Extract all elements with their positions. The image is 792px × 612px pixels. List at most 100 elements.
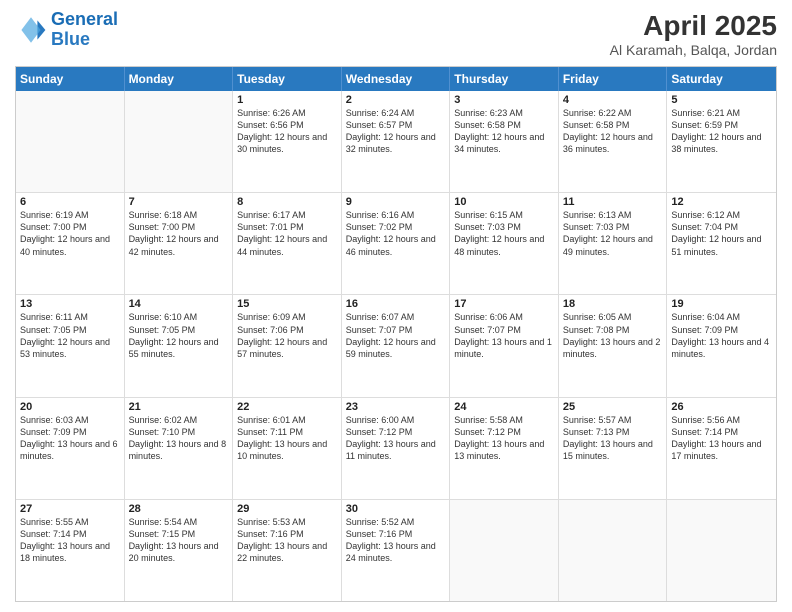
calendar-header: SundayMondayTuesdayWednesdayThursdayFrid… bbox=[16, 67, 776, 91]
empty-cell bbox=[667, 500, 776, 601]
day-number: 21 bbox=[129, 401, 229, 413]
day-number: 22 bbox=[237, 401, 337, 413]
day-info: Sunrise: 6:10 AMSunset: 7:05 PMDaylight:… bbox=[129, 311, 229, 360]
day-info: Sunrise: 6:24 AMSunset: 6:57 PMDaylight:… bbox=[346, 107, 446, 156]
day-number: 23 bbox=[346, 401, 446, 413]
day-number: 17 bbox=[454, 298, 554, 310]
day-info: Sunrise: 6:06 AMSunset: 7:07 PMDaylight:… bbox=[454, 311, 554, 360]
day-cell-11: 11Sunrise: 6:13 AMSunset: 7:03 PMDayligh… bbox=[559, 193, 668, 294]
empty-cell bbox=[450, 500, 559, 601]
weekday-header-saturday: Saturday bbox=[667, 67, 776, 91]
calendar-row-4: 27Sunrise: 5:55 AMSunset: 7:14 PMDayligh… bbox=[16, 499, 776, 601]
day-number: 16 bbox=[346, 298, 446, 310]
day-cell-3: 3Sunrise: 6:23 AMSunset: 6:58 PMDaylight… bbox=[450, 91, 559, 192]
day-number: 20 bbox=[20, 401, 120, 413]
calendar-body: 1Sunrise: 6:26 AMSunset: 6:56 PMDaylight… bbox=[16, 91, 776, 601]
calendar-row-1: 6Sunrise: 6:19 AMSunset: 7:00 PMDaylight… bbox=[16, 192, 776, 294]
calendar-row-0: 1Sunrise: 6:26 AMSunset: 6:56 PMDaylight… bbox=[16, 91, 776, 192]
day-info: Sunrise: 5:52 AMSunset: 7:16 PMDaylight:… bbox=[346, 516, 446, 565]
day-number: 7 bbox=[129, 196, 229, 208]
day-cell-18: 18Sunrise: 6:05 AMSunset: 7:08 PMDayligh… bbox=[559, 295, 668, 396]
month-title: April 2025 bbox=[610, 10, 777, 42]
location-subtitle: Al Karamah, Balqa, Jordan bbox=[610, 42, 777, 58]
day-info: Sunrise: 5:55 AMSunset: 7:14 PMDaylight:… bbox=[20, 516, 120, 565]
empty-cell bbox=[16, 91, 125, 192]
logo-blue: Blue bbox=[51, 30, 118, 50]
day-number: 8 bbox=[237, 196, 337, 208]
day-cell-23: 23Sunrise: 6:00 AMSunset: 7:12 PMDayligh… bbox=[342, 398, 451, 499]
day-cell-5: 5Sunrise: 6:21 AMSunset: 6:59 PMDaylight… bbox=[667, 91, 776, 192]
calendar: SundayMondayTuesdayWednesdayThursdayFrid… bbox=[15, 66, 777, 602]
weekday-header-wednesday: Wednesday bbox=[342, 67, 451, 91]
day-cell-16: 16Sunrise: 6:07 AMSunset: 7:07 PMDayligh… bbox=[342, 295, 451, 396]
day-number: 18 bbox=[563, 298, 663, 310]
day-info: Sunrise: 6:05 AMSunset: 7:08 PMDaylight:… bbox=[563, 311, 663, 360]
weekday-header-sunday: Sunday bbox=[16, 67, 125, 91]
logo-general: General bbox=[51, 9, 118, 29]
day-info: Sunrise: 6:02 AMSunset: 7:10 PMDaylight:… bbox=[129, 414, 229, 463]
day-info: Sunrise: 5:58 AMSunset: 7:12 PMDaylight:… bbox=[454, 414, 554, 463]
day-number: 28 bbox=[129, 503, 229, 515]
day-number: 29 bbox=[237, 503, 337, 515]
day-cell-19: 19Sunrise: 6:04 AMSunset: 7:09 PMDayligh… bbox=[667, 295, 776, 396]
day-number: 19 bbox=[671, 298, 772, 310]
day-info: Sunrise: 5:53 AMSunset: 7:16 PMDaylight:… bbox=[237, 516, 337, 565]
day-cell-12: 12Sunrise: 6:12 AMSunset: 7:04 PMDayligh… bbox=[667, 193, 776, 294]
day-info: Sunrise: 6:00 AMSunset: 7:12 PMDaylight:… bbox=[346, 414, 446, 463]
day-number: 27 bbox=[20, 503, 120, 515]
day-number: 15 bbox=[237, 298, 337, 310]
day-cell-15: 15Sunrise: 6:09 AMSunset: 7:06 PMDayligh… bbox=[233, 295, 342, 396]
weekday-header-thursday: Thursday bbox=[450, 67, 559, 91]
day-number: 25 bbox=[563, 401, 663, 413]
day-info: Sunrise: 6:26 AMSunset: 6:56 PMDaylight:… bbox=[237, 107, 337, 156]
day-info: Sunrise: 6:04 AMSunset: 7:09 PMDaylight:… bbox=[671, 311, 772, 360]
header: General Blue April 2025 Al Karamah, Balq… bbox=[15, 10, 777, 58]
day-cell-4: 4Sunrise: 6:22 AMSunset: 6:58 PMDaylight… bbox=[559, 91, 668, 192]
day-cell-2: 2Sunrise: 6:24 AMSunset: 6:57 PMDaylight… bbox=[342, 91, 451, 192]
day-number: 30 bbox=[346, 503, 446, 515]
day-info: Sunrise: 6:23 AMSunset: 6:58 PMDaylight:… bbox=[454, 107, 554, 156]
day-number: 3 bbox=[454, 94, 554, 106]
day-number: 6 bbox=[20, 196, 120, 208]
day-info: Sunrise: 6:12 AMSunset: 7:04 PMDaylight:… bbox=[671, 209, 772, 258]
weekday-header-tuesday: Tuesday bbox=[233, 67, 342, 91]
day-info: Sunrise: 6:07 AMSunset: 7:07 PMDaylight:… bbox=[346, 311, 446, 360]
day-number: 11 bbox=[563, 196, 663, 208]
day-number: 2 bbox=[346, 94, 446, 106]
day-info: Sunrise: 5:54 AMSunset: 7:15 PMDaylight:… bbox=[129, 516, 229, 565]
day-info: Sunrise: 6:16 AMSunset: 7:02 PMDaylight:… bbox=[346, 209, 446, 258]
day-cell-21: 21Sunrise: 6:02 AMSunset: 7:10 PMDayligh… bbox=[125, 398, 234, 499]
day-cell-13: 13Sunrise: 6:11 AMSunset: 7:05 PMDayligh… bbox=[16, 295, 125, 396]
day-number: 9 bbox=[346, 196, 446, 208]
empty-cell bbox=[125, 91, 234, 192]
day-number: 10 bbox=[454, 196, 554, 208]
day-cell-6: 6Sunrise: 6:19 AMSunset: 7:00 PMDaylight… bbox=[16, 193, 125, 294]
day-cell-8: 8Sunrise: 6:17 AMSunset: 7:01 PMDaylight… bbox=[233, 193, 342, 294]
day-info: Sunrise: 6:19 AMSunset: 7:00 PMDaylight:… bbox=[20, 209, 120, 258]
day-cell-30: 30Sunrise: 5:52 AMSunset: 7:16 PMDayligh… bbox=[342, 500, 451, 601]
day-info: Sunrise: 6:01 AMSunset: 7:11 PMDaylight:… bbox=[237, 414, 337, 463]
day-info: Sunrise: 6:15 AMSunset: 7:03 PMDaylight:… bbox=[454, 209, 554, 258]
weekday-header-friday: Friday bbox=[559, 67, 668, 91]
logo: General Blue bbox=[15, 10, 118, 50]
day-cell-14: 14Sunrise: 6:10 AMSunset: 7:05 PMDayligh… bbox=[125, 295, 234, 396]
day-number: 5 bbox=[671, 94, 772, 106]
page-container: General Blue April 2025 Al Karamah, Balq… bbox=[0, 0, 792, 612]
day-cell-26: 26Sunrise: 5:56 AMSunset: 7:14 PMDayligh… bbox=[667, 398, 776, 499]
day-info: Sunrise: 6:17 AMSunset: 7:01 PMDaylight:… bbox=[237, 209, 337, 258]
day-info: Sunrise: 6:18 AMSunset: 7:00 PMDaylight:… bbox=[129, 209, 229, 258]
day-info: Sunrise: 6:11 AMSunset: 7:05 PMDaylight:… bbox=[20, 311, 120, 360]
day-number: 13 bbox=[20, 298, 120, 310]
day-cell-9: 9Sunrise: 6:16 AMSunset: 7:02 PMDaylight… bbox=[342, 193, 451, 294]
logo-icon bbox=[15, 14, 47, 46]
day-number: 14 bbox=[129, 298, 229, 310]
day-cell-10: 10Sunrise: 6:15 AMSunset: 7:03 PMDayligh… bbox=[450, 193, 559, 294]
day-cell-29: 29Sunrise: 5:53 AMSunset: 7:16 PMDayligh… bbox=[233, 500, 342, 601]
day-info: Sunrise: 5:56 AMSunset: 7:14 PMDaylight:… bbox=[671, 414, 772, 463]
day-info: Sunrise: 6:13 AMSunset: 7:03 PMDaylight:… bbox=[563, 209, 663, 258]
day-info: Sunrise: 5:57 AMSunset: 7:13 PMDaylight:… bbox=[563, 414, 663, 463]
day-number: 26 bbox=[671, 401, 772, 413]
day-cell-17: 17Sunrise: 6:06 AMSunset: 7:07 PMDayligh… bbox=[450, 295, 559, 396]
day-cell-22: 22Sunrise: 6:01 AMSunset: 7:11 PMDayligh… bbox=[233, 398, 342, 499]
day-cell-28: 28Sunrise: 5:54 AMSunset: 7:15 PMDayligh… bbox=[125, 500, 234, 601]
